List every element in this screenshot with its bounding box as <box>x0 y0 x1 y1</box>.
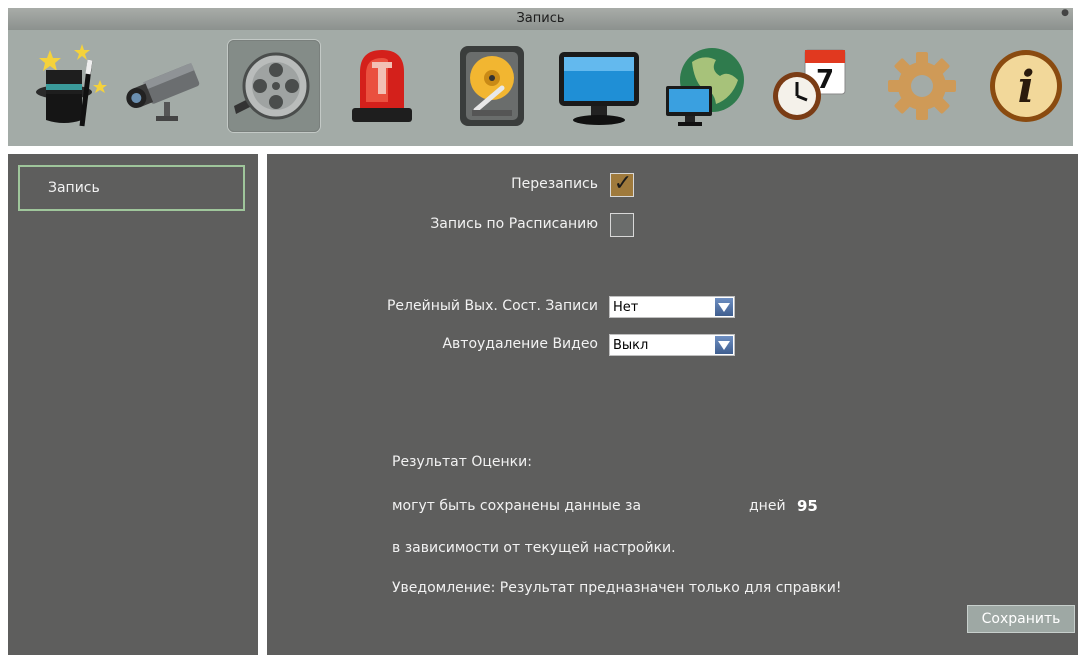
window-titlebar: Запись ● <box>8 8 1073 30</box>
estimate-line1: могут быть сохранены данные за <box>392 498 642 514</box>
svg-text:i: i <box>1018 62 1035 113</box>
clock-calendar-icon: 7 <box>773 49 846 120</box>
estimate-notice: Уведомление: Результат предназначен толь… <box>392 580 842 596</box>
camera-icon <box>126 62 200 121</box>
alarm-light-icon <box>352 50 412 122</box>
auto-delete-value: Выкл <box>613 338 649 353</box>
tool-wizard[interactable] <box>20 40 112 132</box>
window-title: Запись <box>516 11 565 26</box>
overwrite-checkbox[interactable]: ✓ <box>610 171 634 197</box>
tool-storage[interactable] <box>446 40 538 132</box>
auto-delete-label: Автоудаление Видео <box>442 336 598 352</box>
relay-out-label: Релейный Вых. Сост. Записи <box>386 298 598 314</box>
tool-alarm[interactable] <box>336 40 428 132</box>
monitor-icon <box>559 52 639 125</box>
sidebar-item-label: Запись <box>48 180 100 196</box>
sidebar-item-record[interactable]: Запись <box>18 165 245 211</box>
tool-info[interactable]: i <box>978 40 1070 132</box>
titlebar-dot: ● <box>1061 8 1069 18</box>
tool-schedule[interactable]: 7 <box>763 40 855 132</box>
info-icon: i <box>990 50 1062 122</box>
schedule-record-checkbox[interactable] <box>610 213 634 237</box>
tool-settings[interactable] <box>876 40 968 132</box>
overwrite-label: Перезапись <box>511 176 598 192</box>
hard-disk-icon <box>460 46 524 126</box>
check-mark-icon: ✓ <box>613 171 633 196</box>
relay-out-value: Нет <box>613 300 639 315</box>
network-globe-icon <box>666 48 744 126</box>
save-button[interactable]: Сохранить <box>967 605 1075 633</box>
tool-record[interactable] <box>228 40 320 132</box>
estimate-days-value: 95 <box>797 497 818 515</box>
relay-out-select[interactable]: Нет <box>609 296 735 318</box>
dropdown-arrow-icon <box>715 298 733 316</box>
tool-network[interactable] <box>658 40 750 132</box>
magic-hat-icon <box>36 44 107 127</box>
main-toolbar: 7 i <box>8 30 1073 146</box>
sidebar: Запись <box>8 154 258 655</box>
dropdown-arrow-icon <box>715 336 733 354</box>
estimate-days-label: дней <box>749 498 786 514</box>
auto-delete-select[interactable]: Выкл <box>609 334 735 356</box>
estimate-title: Результат Оценки: <box>392 454 532 470</box>
gear-icon <box>888 52 956 120</box>
tool-camera[interactable] <box>120 40 212 132</box>
estimate-line2: в зависимости от текущей настройки. <box>392 540 676 556</box>
tool-display[interactable] <box>553 40 645 132</box>
film-reel-icon <box>234 52 310 120</box>
record-settings-panel: Перезапись ✓ Запись по Расписанию Релейн… <box>267 154 1078 655</box>
schedule-record-label: Запись по Расписанию <box>430 216 598 232</box>
